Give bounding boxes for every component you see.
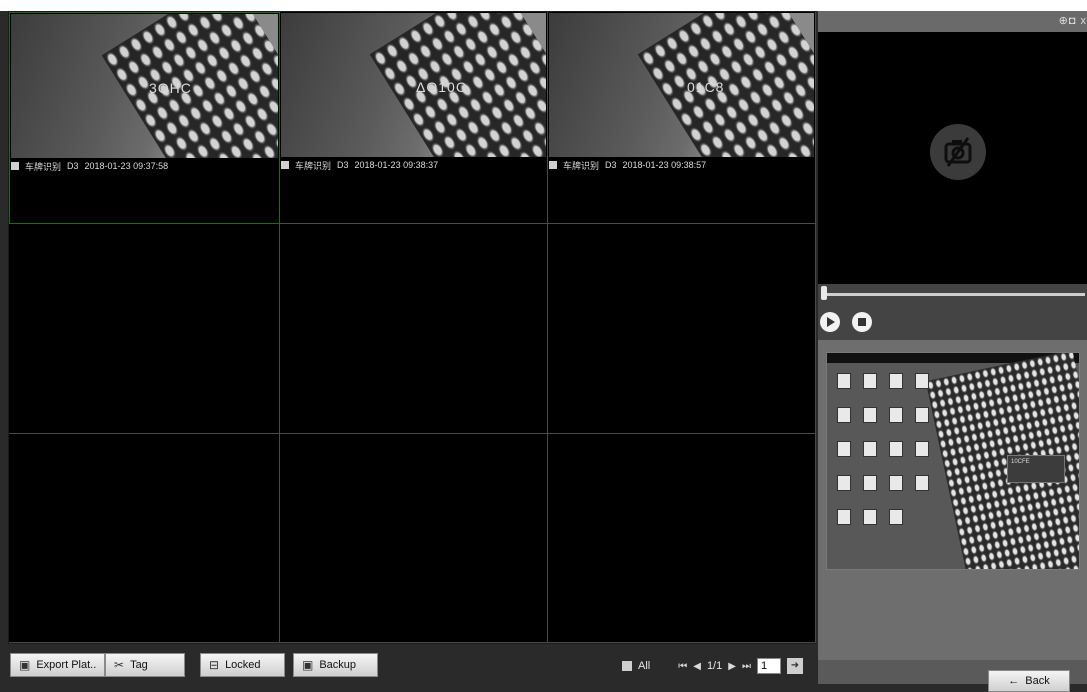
prev-page-icon[interactable]: ◀ [693, 661, 701, 672]
playback-controls [818, 304, 1087, 340]
export-label: Export Plat.. [36, 659, 97, 671]
backup-button[interactable]: ▣ Backup [293, 653, 378, 677]
caption-label: 车牌识别 [563, 160, 600, 171]
backup-label: Backup [319, 659, 357, 671]
save-icon: ▣ [19, 658, 31, 672]
preview-tools[interactable]: ⊕◘ x [1059, 14, 1087, 27]
back-label: Back [1025, 675, 1050, 687]
backup-icon: ▣ [302, 658, 314, 672]
timestamp: 2018-01-23 09:37:58 [84, 161, 169, 171]
cell-caption: 车牌识别 D3 2018-01-23 09:38:57 [549, 159, 706, 171]
right-bottom-bar: ← Back [818, 660, 1087, 692]
timestamp: 2018-01-23 09:38:57 [622, 160, 707, 170]
tag-icon: ✂ [114, 658, 125, 672]
back-arrow-icon: ← [1008, 675, 1020, 687]
grid-cell-6[interactable] [548, 224, 816, 434]
grid-cell-9[interactable] [548, 434, 816, 643]
tag-button[interactable]: ✂ Tag [105, 653, 185, 677]
seek-bar[interactable] [818, 284, 1087, 304]
thumbnail-image [637, 13, 814, 157]
pager: All ⏮ ◀ 1/1 ▶ ⏭ ➜ [622, 658, 803, 674]
grid-cell-8[interactable] [280, 434, 548, 643]
grid-cell-2[interactable]: ΔO10C 车牌识别 D3 2018-01-23 09:38:37 [280, 12, 548, 224]
channel-label: D3 [337, 160, 349, 170]
no-camera-icon [930, 124, 986, 180]
tag-label: Tag [130, 659, 148, 671]
channel-label: D3 [67, 161, 79, 171]
snapshot-image: 10CFE [826, 352, 1080, 570]
back-button[interactable]: ← Back [988, 670, 1070, 692]
stop-icon[interactable] [852, 312, 872, 332]
first-page-icon[interactable]: ⏮ [678, 661, 687, 672]
caption-label: 车牌识别 [295, 160, 332, 171]
locked-label: Locked [225, 659, 261, 671]
select-checkbox[interactable] [281, 161, 289, 169]
select-checkbox[interactable] [11, 162, 19, 170]
page-input[interactable] [756, 658, 781, 674]
seek-handle[interactable] [821, 286, 827, 300]
select-checkbox[interactable] [549, 161, 557, 169]
cell-caption: 车牌识别 D3 2018-01-23 09:38:37 [281, 159, 438, 171]
video-grid: 3OHC 车牌识别 D3 2018-01-23 09:37:58 ΔO10C 车… [8, 11, 816, 644]
last-page-icon[interactable]: ⏭ [742, 661, 751, 672]
cell-caption: 车牌识别 D3 2018-01-23 09:37:58 [11, 160, 168, 172]
channel-label: D3 [605, 160, 617, 170]
snapshot-note: 10CFE [1007, 455, 1065, 483]
snapshot-panel: 10CFE [818, 340, 1087, 660]
plate-number: 01C8 [687, 79, 725, 95]
play-icon[interactable] [820, 312, 840, 332]
grid-cell-1[interactable]: 3OHC 车牌识别 D3 2018-01-23 09:37:58 [9, 12, 280, 224]
page-indicator: 1/1 [706, 660, 723, 672]
select-all-label: All [638, 660, 651, 672]
plate-thumbnail[interactable]: ΔO10C [281, 13, 546, 157]
timestamp: 2018-01-23 09:38:37 [354, 160, 439, 170]
seek-track [823, 293, 1085, 296]
grid-cell-4[interactable] [9, 224, 280, 434]
plate-thumbnail[interactable]: 01C8 [549, 13, 814, 157]
lock-icon: ⊟ [209, 658, 220, 672]
plate-number: 3OHC [149, 80, 192, 96]
go-page-icon[interactable]: ➜ [786, 658, 803, 674]
preview-toolbar: ⊕◘ x [818, 11, 1087, 32]
locked-button[interactable]: ⊟ Locked [200, 653, 285, 677]
top-strip [0, 0, 1087, 11]
grid-cell-5[interactable] [280, 224, 548, 434]
select-all-checkbox[interactable] [622, 661, 632, 671]
caption-label: 车牌识别 [25, 161, 62, 172]
plate-number: ΔO10C [416, 79, 467, 95]
grid-cell-3[interactable]: 01C8 车牌识别 D3 2018-01-23 09:38:57 [548, 12, 816, 224]
preview-viewer[interactable] [818, 32, 1087, 284]
export-plate-button[interactable]: ▣ Export Plat.. [10, 653, 106, 677]
desktop-icons [833, 371, 943, 569]
plate-thumbnail[interactable]: 3OHC [11, 14, 278, 158]
next-page-icon[interactable]: ▶ [728, 661, 736, 672]
grid-cell-7[interactable] [9, 434, 280, 643]
bottom-toolbar: ▣ Export Plat.. ✂ Tag ⊟ Locked ▣ Backup … [0, 644, 818, 684]
